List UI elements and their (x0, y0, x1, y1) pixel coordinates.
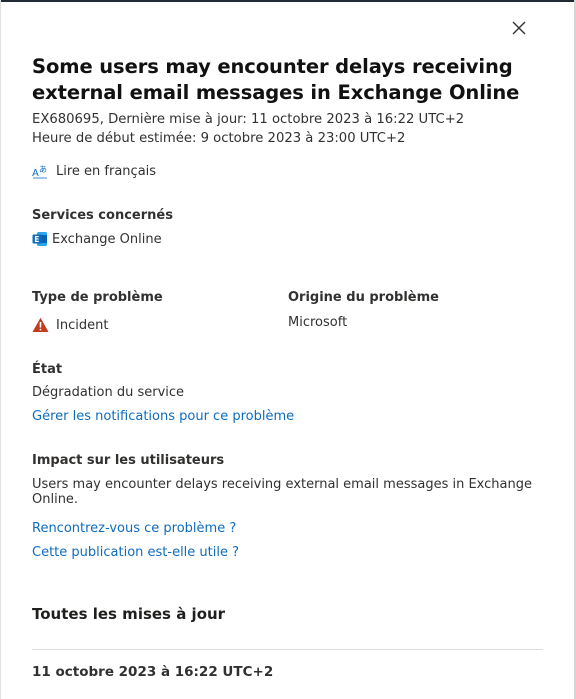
affected-services-label: Services concernés (32, 208, 173, 223)
issue-type: Incident (32, 317, 108, 333)
user-impact-value: Users may encounter delays receiving ext… (32, 477, 532, 507)
close-icon (512, 21, 526, 35)
manage-notifications-link[interactable]: Gérer les notifications pour ce problème (32, 409, 294, 424)
translate-link[interactable]: A あ Lire en français (32, 163, 157, 180)
svg-text:E: E (34, 235, 39, 244)
translate-label: Lire en français (56, 163, 157, 179)
translate-icon: A あ (32, 165, 47, 179)
status-label: État (32, 362, 63, 377)
estimated-start-time: Heure de début estimée: 9 octobre 2023 à… (32, 131, 406, 146)
close-button[interactable] (508, 17, 530, 39)
all-updates-heading: Toutes les mises à jour (32, 605, 226, 623)
incident-id-last-updated: EX680695, Dernière mise à jour: 11 octob… (32, 112, 465, 127)
updates-divider (32, 649, 543, 650)
warning-icon (32, 317, 49, 332)
issue-type-value: Incident (56, 317, 109, 333)
issue-origin-label: Origine du problème (288, 290, 439, 305)
post-helpful-link[interactable]: Cette publication est-elle utile ? (32, 545, 239, 560)
window-top-border (0, 0, 576, 2)
svg-text:あ: あ (39, 165, 47, 174)
user-impact-label: Impact sur les utilisateurs (32, 453, 225, 468)
update-date: 11 octobre 2023 à 16:22 UTC+2 (32, 664, 274, 680)
issue-type-label: Type de problème (32, 290, 163, 305)
svg-text:A: A (32, 168, 39, 179)
affected-service: E Exchange Online (32, 231, 162, 247)
issue-origin-value: Microsoft (288, 315, 348, 330)
affected-service-name: Exchange Online (52, 231, 162, 247)
experiencing-issue-link[interactable]: Rencontrez-vous ce problème ? (32, 521, 236, 536)
status-value: Dégradation du service (32, 385, 185, 400)
exchange-icon: E (32, 232, 47, 246)
incident-title: Some users may encounter delays receivin… (32, 55, 520, 104)
panel-left-border (0, 0, 1, 699)
